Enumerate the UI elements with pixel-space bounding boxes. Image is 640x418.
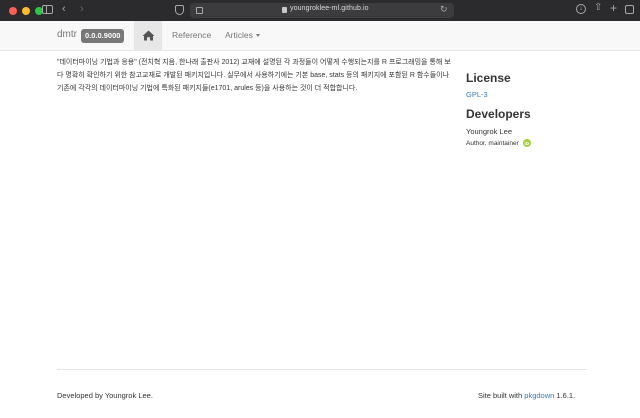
developer-role: Author, maintainer [466,139,519,147]
developers-heading: Developers [466,107,531,121]
back-icon[interactable]: ‹ [62,4,66,15]
developer-role-row: Author, maintainer iD [466,139,531,147]
home-nav-button[interactable] [134,21,162,50]
footer-developed-by: Developed by Youngrok Lee. [57,391,153,400]
forward-icon[interactable]: › [80,4,84,15]
version-badge: 0.0.0.9000 [81,29,125,43]
pkgdown-link[interactable]: pkgdown [524,391,554,400]
tab-overview-icon[interactable] [625,5,634,14]
footer-built-with: Site built with pkgdown 1.6.1. [478,391,575,400]
nav-reference-link[interactable]: Reference [172,30,211,40]
close-window-button[interactable] [9,6,17,15]
privacy-shield-icon[interactable] [175,5,184,15]
developer-name: Youngrok Lee [466,127,513,136]
orcid-icon[interactable]: iD [522,139,531,147]
caret-down-icon [255,34,260,38]
license-link[interactable]: GPL-3 [466,90,488,99]
download-icon[interactable]: ↓ [576,4,586,14]
share-icon[interactable]: ⇧ [594,3,602,13]
new-tab-icon[interactable]: + [610,2,617,14]
nav-articles-label: Articles [225,30,253,40]
site-brand[interactable]: dmtr [57,29,77,40]
sidebar-toggle-icon[interactable] [42,5,53,14]
nav-articles-dropdown[interactable]: Articles [225,30,260,40]
page-icon [196,7,203,14]
home-icon [142,30,154,41]
footer-version: 1.6.1. [554,391,576,400]
lock-icon [282,7,287,13]
address-bar[interactable]: youngroklee-ml.github.io ↻ [190,3,454,18]
window-controls [9,6,43,15]
minimize-window-button[interactable] [22,6,30,15]
site-navbar: dmtr 0.0.0.9000 Reference Articles [0,21,640,51]
url-text[interactable]: youngroklee-ml.github.io [290,5,369,12]
license-heading: License [466,71,511,85]
browser-toolbar: ‹ › youngroklee-ml.github.io ↻ ↓ ⇧ + [0,0,640,21]
footer-built-prefix: Site built with [478,391,525,400]
package-description: "데이터마이닝 기법과 응용" (전치혁 지음, 한나래 출판사 2012) 교… [57,59,451,92]
footer-divider [57,369,587,370]
reload-icon[interactable]: ↻ [440,4,448,15]
